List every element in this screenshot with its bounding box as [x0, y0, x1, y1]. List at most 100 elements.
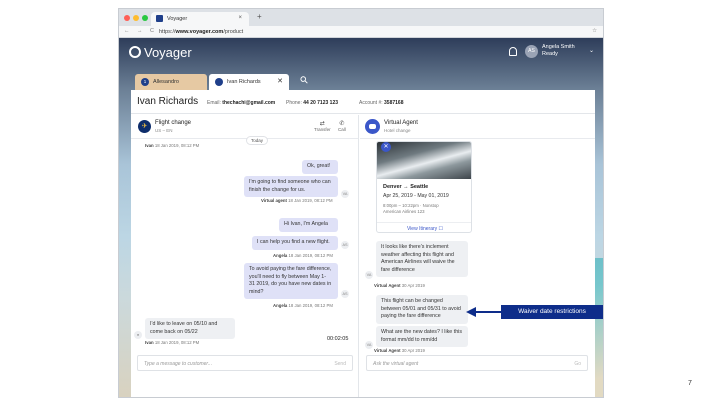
url-domain: www.voyager.com — [175, 29, 224, 35]
voyager-logo[interactable]: Voyager — [129, 45, 192, 60]
call-label: Call — [338, 127, 346, 132]
meta-time: 18 Jan 2019, 08:12 PM — [288, 303, 333, 308]
agent-message: I can help you find a new flight. — [252, 236, 338, 250]
url-text[interactable]: https://www.voyager.com/product — [159, 29, 243, 35]
message-meta: Ivan 18 Jan 2019, 08:12 PM — [145, 340, 199, 345]
browser-window: Voyager × + ← → C https://www.voyager.co… — [118, 8, 604, 398]
tab-label: Ivan Richards — [227, 79, 261, 85]
email-label: Email: — [207, 100, 221, 106]
virtual-agent-message-list: ✕ Denver → Seattle Apr 25, 2019 - May 01… — [360, 140, 595, 354]
call-button[interactable]: ✆ Call — [338, 120, 346, 132]
message-meta: Angela 18 Jan 2019, 08:12 PM — [273, 253, 333, 258]
virtual-agent-message: What are the new dates? I like this form… — [376, 326, 468, 347]
agent-message: To avoid paying the fare difference, you… — [244, 263, 338, 299]
virtual-agent-subtitle: Hotel change — [384, 128, 411, 133]
virtual-agent-pane: Virtual Agent Hotel change ✕ Denver → Se… — [360, 115, 595, 397]
composer-placeholder: Type a message to customer... — [144, 361, 213, 367]
meta-time: 30 Apr 2019 — [401, 283, 425, 288]
tab-ivan-richards[interactable]: Ivan Richards ✕ — [209, 74, 289, 90]
send-button[interactable]: Send — [334, 361, 346, 367]
flight-airline: American Airlines 123 — [383, 209, 425, 214]
customer-status-dot — [215, 78, 223, 86]
transfer-icon: ⇄ — [319, 121, 325, 127]
customer-message-list: Ivan 18 Jan 2019, 08:12 PM Today Ok, gre… — [131, 136, 359, 354]
virtual-agent-message: This flight can be changed between 05/01… — [376, 295, 468, 324]
meta-name: Ivan — [145, 340, 154, 345]
view-itinerary-link[interactable]: View Itinerary ☐ — [377, 222, 471, 232]
app-header: Voyager AS Angela Smith Ready ⌄ — [119, 38, 603, 68]
tab-allesandro[interactable]: 1 Allesandro — [135, 74, 207, 90]
transfer-label: Transfer — [314, 127, 331, 132]
message-meta: Ivan 18 Jan 2019, 08:12 PM — [145, 143, 199, 148]
navigation-buttons[interactable]: ← → C — [124, 28, 157, 34]
customer-chat-pane: ✈ Flight change US – EN ⇄ Transfer ✆ Call … — [131, 115, 359, 397]
go-button[interactable]: Go — [574, 361, 581, 367]
agent-message: I'm going to find someone who can finish… — [244, 176, 338, 197]
agent-message: Hi Ivan, I'm Angela — [279, 218, 338, 232]
transfer-button[interactable]: ⇄ Transfer — [314, 120, 331, 132]
annotation-callout: Waiver date restrictions — [501, 305, 603, 319]
flight-route: Denver → Seattle — [383, 184, 429, 190]
customer-chat-header: ✈ Flight change US – EN ⇄ Transfer ✆ Call — [131, 115, 358, 139]
virtual-agent-header: Virtual Agent Hotel change — [360, 115, 595, 139]
chevron-down-icon[interactable]: ⌄ — [589, 47, 594, 54]
close-tab-icon[interactable]: × — [238, 15, 242, 21]
meta-name: Virtual Agent — [374, 283, 401, 288]
close-window-dot[interactable] — [124, 15, 130, 21]
customer-message: I'd like to leave on 05/10 and come back… — [145, 318, 235, 339]
meta-time: 30 Apr 2019 — [401, 348, 425, 353]
customer-phone: Phone: 44 20 7123 123 — [286, 100, 338, 106]
user-menu[interactable]: Angela Smith Ready — [542, 44, 575, 58]
email-value: thechachi@gmail.com — [222, 100, 276, 106]
bell-icon[interactable] — [509, 47, 517, 56]
new-tab-button[interactable]: + — [257, 12, 262, 21]
meta-time: 18 Jan 2019, 08:12 PM — [288, 198, 333, 203]
user-icon: ● — [134, 331, 142, 339]
meta-name: Ivan — [145, 143, 154, 148]
robot-avatar-icon: VA — [365, 341, 373, 349]
destination-image — [377, 142, 471, 179]
search-icon[interactable]: ⚲ — [298, 74, 311, 87]
meta-time: 18 Jan 2019, 08:12 PM — [288, 253, 333, 258]
account-label: Account #: — [359, 100, 383, 106]
chat-topic: Flight change — [155, 120, 192, 126]
url-prefix: https:// — [159, 29, 176, 35]
meta-name: Angela — [273, 253, 288, 258]
customer-info-bar: Ivan Richards Email: thechachi@gmail.com… — [131, 90, 595, 114]
virtual-agent-input[interactable]: Ask the virtual agent Go — [366, 355, 588, 371]
customer-account: Account #: 3587168 — [359, 100, 404, 106]
message-meta: Virtual agent 18 Jan 2019, 08:12 PM — [261, 198, 333, 203]
meta-name: Virtual agent — [261, 198, 287, 203]
virtual-agent-message: It looks like there's inclement weather … — [376, 241, 468, 277]
date-divider: Today — [246, 136, 269, 145]
meta-time: 18 Jan 2019, 08:12 PM — [154, 143, 200, 148]
browser-tab[interactable]: Voyager × — [151, 12, 249, 26]
minimize-window-dot[interactable] — [133, 15, 139, 21]
message-meta: Virtual Agent 30 Apr 2019 — [374, 348, 425, 353]
phone-icon: ✆ — [339, 121, 345, 127]
callout-arrow-icon — [466, 307, 502, 317]
meta-name: Angela — [273, 303, 288, 308]
url-path: /product — [223, 29, 244, 35]
voyager-logo-icon — [129, 46, 141, 58]
flight-dates: Apr 25, 2019 - May 01, 2019 — [383, 193, 449, 199]
close-icon[interactable]: ✕ — [381, 142, 391, 152]
bookmark-star-icon[interactable]: ☆ — [592, 28, 597, 34]
address-bar[interactable]: ← → C https://www.voyager.com/product ☆ — [119, 26, 603, 38]
robot-icon — [365, 119, 380, 134]
avatar[interactable]: AS — [525, 45, 538, 58]
composer-placeholder: Ask the virtual agent — [373, 361, 419, 367]
meta-name: Virtual Agent — [374, 348, 401, 353]
avatar: AS — [341, 290, 349, 298]
customer-message-input[interactable]: Type a message to customer... Send — [137, 355, 353, 371]
customer-email: Email: thechachi@gmail.com — [207, 100, 275, 106]
app-page: Voyager AS Angela Smith Ready ⌄ 1 Allesa… — [119, 38, 603, 397]
robot-avatar-icon: VA — [365, 271, 373, 279]
logo-text: Voyager — [144, 45, 192, 60]
flight-card: ✕ Denver → Seattle Apr 25, 2019 - May 01… — [376, 141, 472, 233]
maximize-window-dot[interactable] — [142, 15, 148, 21]
avatar: AS — [341, 241, 349, 249]
call-timer: 00:02:05 — [327, 336, 349, 342]
voyager-favicon-icon — [156, 15, 163, 22]
close-icon[interactable]: ✕ — [277, 77, 283, 85]
